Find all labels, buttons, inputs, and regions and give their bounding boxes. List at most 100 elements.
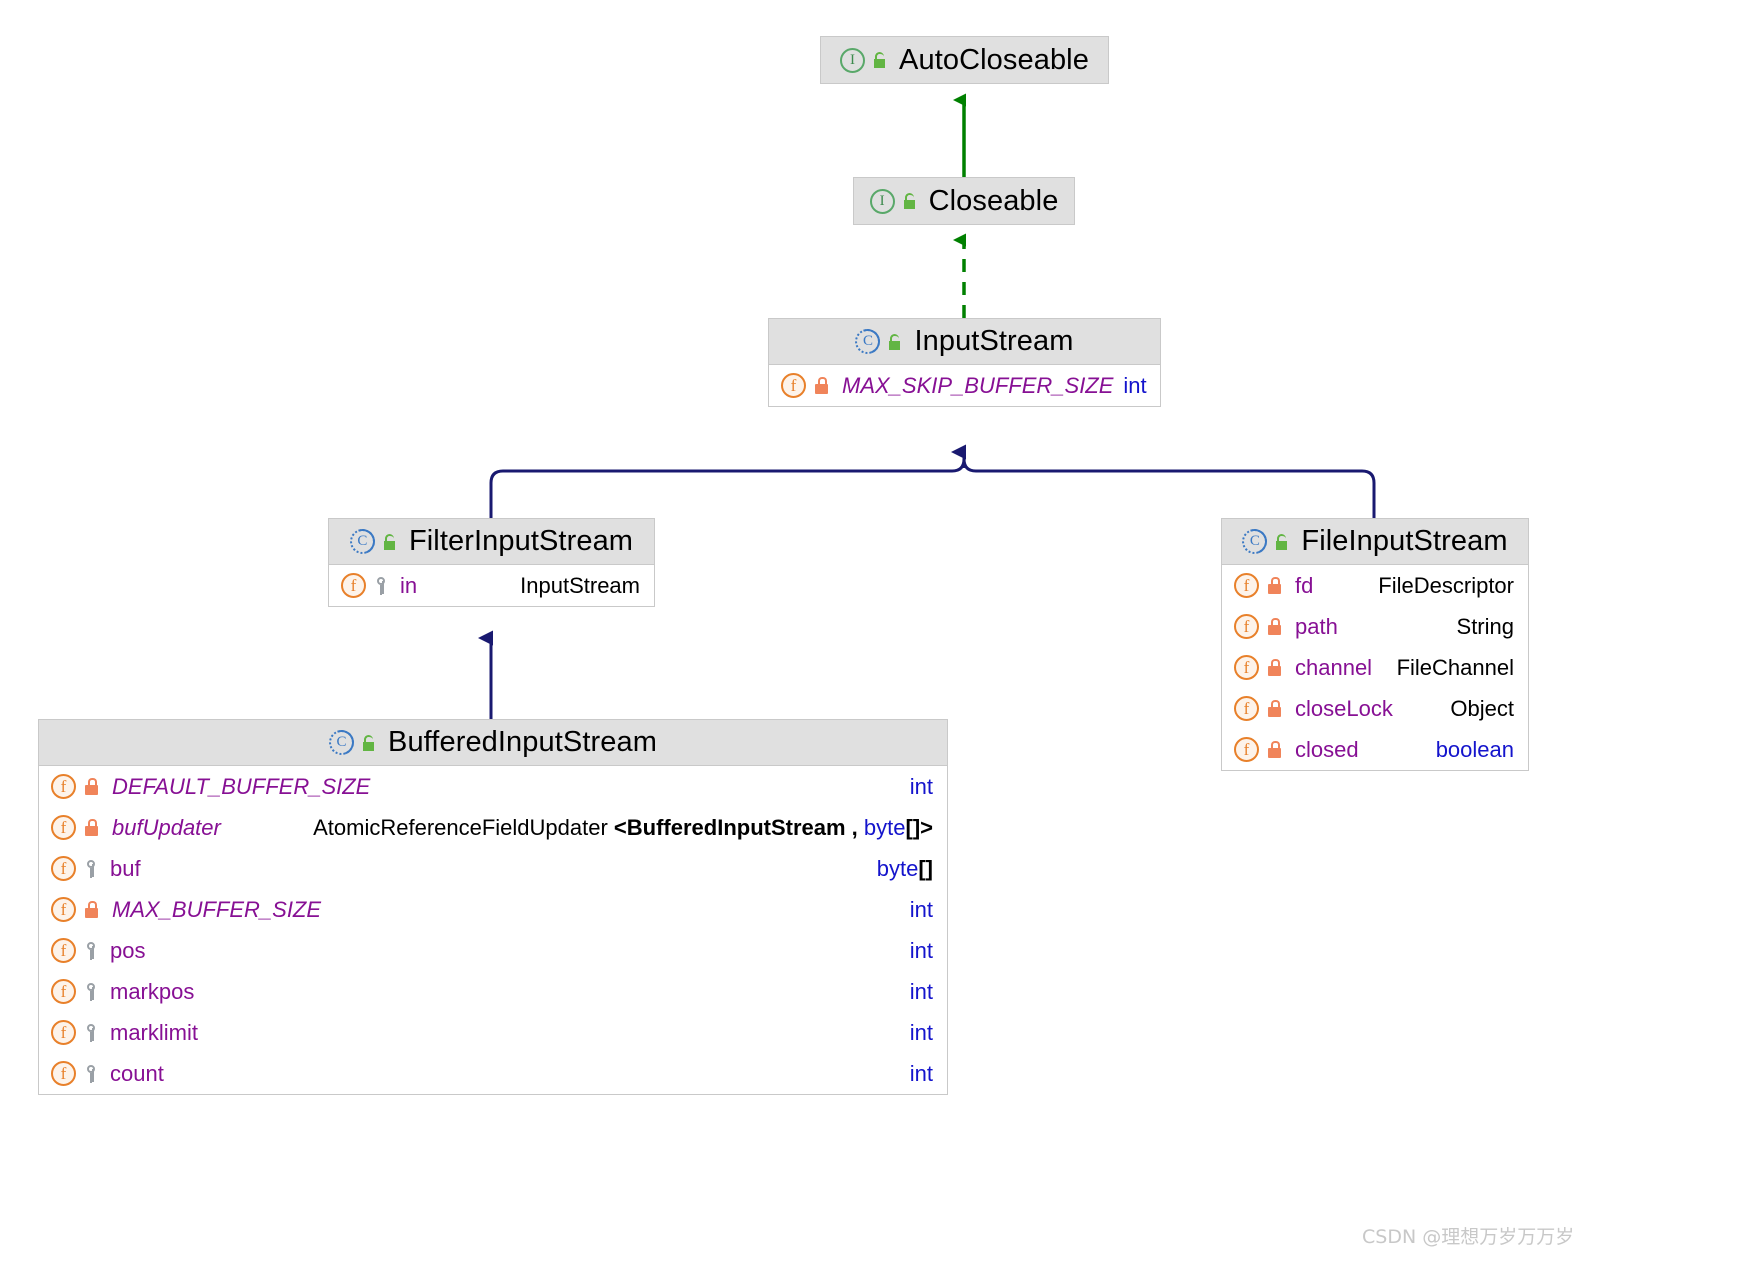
field-type: AtomicReferenceFieldUpdater <BufferedInp… [313, 814, 933, 840]
field-name: markpos [110, 978, 195, 1004]
field-type: int [909, 978, 933, 1004]
field-name: closed [1295, 736, 1359, 762]
private-lock-icon [84, 778, 100, 795]
field-row-icons: f [51, 1020, 98, 1045]
field-row[interactable]: f fd FileDescriptor [1222, 565, 1528, 606]
class-header-bufferedinputstream: C BufferedInputStream [39, 720, 947, 766]
class-name-fileinputstream: FileInputStream [1301, 525, 1508, 557]
field-type: FileChannel [1396, 654, 1514, 680]
field-row[interactable]: f marklimit int [39, 1012, 947, 1053]
field-name: marklimit [110, 1019, 198, 1045]
protected-key-icon [84, 941, 98, 960]
field-row-icons: f [51, 1061, 98, 1086]
field-name: MAX_SKIP_BUFFER_SIZE [842, 372, 1114, 398]
field-type: int [909, 1060, 933, 1086]
field-row-icons: f [1234, 573, 1283, 598]
field-icon: f [51, 897, 76, 922]
protected-key-icon [84, 982, 98, 1001]
field-row-icons: f [341, 573, 388, 598]
field-row[interactable]: f path String [1222, 606, 1528, 647]
field-type: InputStream [520, 572, 640, 598]
field-row[interactable]: f DEFAULT_BUFFER_SIZE int [39, 766, 947, 807]
interface-icon: I [869, 188, 895, 214]
field-row[interactable]: f closeLock Object [1222, 688, 1528, 729]
field-type: int [909, 773, 933, 799]
field-row-icons: f [1234, 655, 1283, 680]
field-icon: f [51, 1020, 76, 1045]
field-type: int [909, 937, 933, 963]
field-name: closeLock [1295, 695, 1393, 721]
field-type: FileDescriptor [1378, 572, 1514, 598]
protected-key-icon [374, 576, 388, 595]
field-row[interactable]: f in InputStream [329, 565, 654, 606]
field-row[interactable]: f MAX_BUFFER_SIZE int [39, 889, 947, 930]
field-row-icons: f [51, 774, 100, 799]
class-name-autocloseable: AutoCloseable [899, 43, 1089, 76]
class-box-inputstream[interactable]: C InputStream f MAX_SKIP_BUFFER_SIZE int [768, 318, 1161, 407]
field-name: path [1295, 613, 1338, 639]
field-row-icons: f [1234, 614, 1283, 639]
class-header-filterinputstream: C FilterInputStream [329, 519, 654, 565]
class-header-fileinputstream: C FileInputStream [1222, 519, 1528, 565]
field-icon: f [1234, 696, 1259, 721]
field-row-icons: f [51, 856, 98, 881]
class-box-filterinputstream[interactable]: C FilterInputStream f in InputStream [328, 518, 655, 607]
class-box-bufferedinputstream[interactable]: C BufferedInputStream f DEFAULT_BUFFER_S… [38, 719, 948, 1095]
private-lock-icon [1267, 577, 1283, 594]
class-fields-inputstream: f MAX_SKIP_BUFFER_SIZE int [769, 365, 1160, 406]
class-name-inputstream: InputStream [914, 325, 1074, 357]
field-icon: f [51, 774, 76, 799]
field-icon: f [1234, 655, 1259, 680]
private-lock-icon [1267, 700, 1283, 717]
field-icon: f [51, 938, 76, 963]
field-row[interactable]: f MAX_SKIP_BUFFER_SIZE int [769, 365, 1160, 406]
class-header-inputstream: C InputStream [769, 319, 1160, 365]
field-icon: f [781, 373, 806, 398]
field-icon: f [1234, 614, 1259, 639]
relation-fileinputstream-to-inputstream [962, 452, 1376, 520]
field-row-icons: f [781, 373, 830, 398]
protected-key-icon [84, 1064, 98, 1083]
private-lock-icon [1267, 659, 1283, 676]
relation-filterinputstream-to-inputstream [489, 452, 966, 520]
private-lock-icon [814, 377, 830, 394]
field-icon: f [341, 573, 366, 598]
field-type: Object [1450, 695, 1514, 721]
field-row[interactable]: f closed boolean [1222, 729, 1528, 770]
field-name: buf [110, 855, 141, 881]
field-name: in [400, 572, 418, 598]
protected-key-icon [84, 1023, 98, 1042]
class-box-closeable[interactable]: I Closeable [853, 177, 1075, 225]
class-fields-bufferedinputstream: f DEFAULT_BUFFER_SIZE int f bufUpdater A… [39, 766, 947, 1094]
field-row[interactable]: f pos int [39, 930, 947, 971]
public-unlocked-icon [889, 333, 905, 350]
private-lock-icon [84, 819, 100, 836]
public-unlocked-icon [874, 52, 890, 68]
class-box-fileinputstream[interactable]: C FileInputStream f fd FileDescriptor f … [1221, 518, 1529, 771]
field-row[interactable]: f channel FileChannel [1222, 647, 1528, 688]
class-box-autocloseable[interactable]: I AutoCloseable [820, 36, 1109, 84]
field-row-icons: f [51, 815, 100, 840]
field-type: int [909, 1019, 933, 1045]
field-type: String [1456, 613, 1514, 639]
field-row[interactable]: f markpos int [39, 971, 947, 1012]
field-name: DEFAULT_BUFFER_SIZE [112, 773, 371, 799]
field-row[interactable]: f bufUpdater AtomicReferenceFieldUpdater… [39, 807, 947, 848]
class-icon: C [349, 529, 375, 554]
public-unlocked-icon [1276, 533, 1292, 550]
private-lock-icon [1267, 618, 1283, 635]
field-row-icons: f [51, 897, 100, 922]
field-icon: f [51, 1061, 76, 1086]
field-type: boolean [1435, 736, 1514, 762]
field-name: bufUpdater [112, 814, 221, 840]
field-row[interactable]: f count int [39, 1053, 947, 1094]
private-lock-icon [84, 901, 100, 918]
field-name: fd [1295, 572, 1314, 598]
public-unlocked-icon [363, 734, 379, 751]
field-icon: f [51, 856, 76, 881]
field-name: channel [1295, 654, 1373, 680]
field-type: int [909, 896, 933, 922]
field-row[interactable]: f buf byte[] [39, 848, 947, 889]
field-icon: f [51, 815, 76, 840]
class-icon: C [855, 329, 881, 354]
